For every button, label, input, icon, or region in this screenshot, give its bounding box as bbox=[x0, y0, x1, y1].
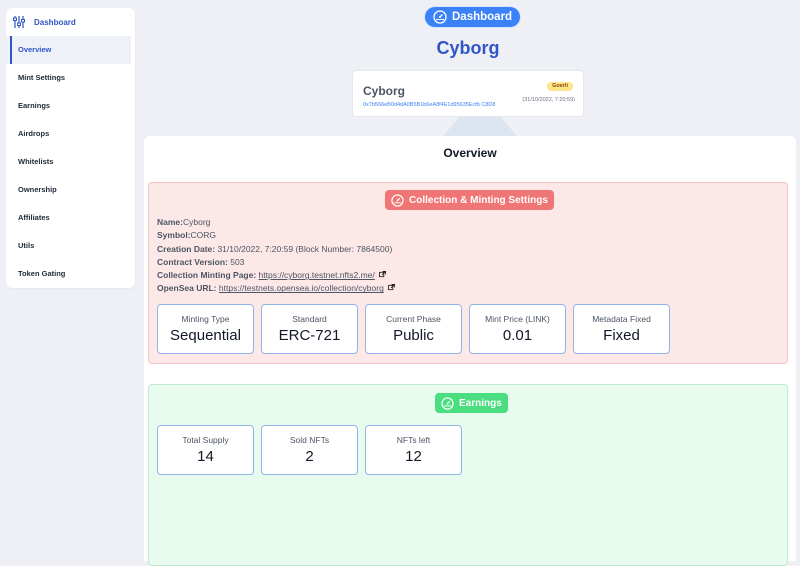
stat-label: Sold NFTs bbox=[289, 435, 330, 445]
stat-label: Metadata Fixed bbox=[592, 314, 651, 324]
main-content: Dashboard Cyborg Cyborg 0x7b566eB0d4dA0B… bbox=[144, 0, 800, 566]
info-symbol-value: CORG bbox=[190, 230, 217, 241]
stat-value: ERC-721 bbox=[278, 327, 341, 344]
stat-label: Standard bbox=[292, 314, 327, 324]
info-contract-value: 503 bbox=[227, 256, 245, 267]
stat-value: Sequential bbox=[170, 327, 241, 344]
sidebar-header[interactable]: Dashboard bbox=[6, 8, 135, 36]
stat-card-nfts-left: NFTs left 12 bbox=[365, 425, 462, 475]
stat-card-current-phase: Current Phase Public bbox=[365, 304, 462, 354]
stat-value: 12 bbox=[405, 448, 422, 465]
stat-label: Minting Type bbox=[181, 314, 230, 324]
info-contract-row: Contract Version: 503 bbox=[157, 256, 395, 269]
overview-title: Overview bbox=[443, 146, 497, 160]
info-name-value: Cyborg bbox=[182, 217, 211, 227]
stat-card-sold-nfts: Sold NFTs 2 bbox=[261, 425, 358, 475]
external-link-icon[interactable] bbox=[388, 282, 396, 291]
gauge-icon bbox=[391, 193, 404, 207]
overview-panel: Overview Collection & Minting Settings N… bbox=[144, 136, 796, 566]
stat-label: Total Supply bbox=[182, 435, 229, 445]
info-creation-key: Creation Date: bbox=[157, 243, 216, 254]
earnings-header: Earnings bbox=[435, 393, 508, 413]
stat-label: Mint Price (LINK) bbox=[485, 314, 550, 324]
stat-value: 2 bbox=[305, 448, 314, 465]
collection-name: Cyborg bbox=[363, 84, 405, 98]
gauge-icon bbox=[433, 10, 447, 24]
info-opensea-key: OpenSea URL: bbox=[157, 283, 217, 294]
sidebar-item-token-gating[interactable]: Token Gating bbox=[6, 260, 135, 288]
sidebar-item-earnings[interactable]: Earnings bbox=[6, 92, 135, 120]
sidebar-item-utils[interactable]: Utils bbox=[6, 232, 135, 260]
contract-address-link[interactable]: 0x7b566eB0d4dA0B5B1b6eA8f4E1d95635Ecfb C… bbox=[363, 102, 495, 108]
opensea-link[interactable]: https://testnets.opensea.io/collection/c… bbox=[219, 283, 384, 293]
stat-label: NFTs left bbox=[396, 435, 431, 445]
info-opensea-row: OpenSea URL: https://testnets.opensea.io… bbox=[157, 282, 396, 295]
sidebar-nav: Overview Mint Settings Earnings Airdrops… bbox=[6, 36, 135, 288]
stat-value: Fixed bbox=[603, 327, 640, 344]
sidebar-item-mint-settings[interactable]: Mint Settings bbox=[6, 64, 135, 92]
info-creation-row: Creation Date: 31/10/2022, 7:20:59 (Bloc… bbox=[157, 243, 395, 256]
info-contract-key: Contract Version: bbox=[157, 256, 228, 267]
info-minting-row: Collection Minting Page: https://cyborg.… bbox=[157, 269, 395, 282]
page-title: Cyborg bbox=[436, 38, 500, 58]
network-badge: Goerli bbox=[547, 82, 573, 91]
stat-label: Current Phase bbox=[386, 314, 441, 324]
external-link-icon[interactable] bbox=[379, 269, 387, 278]
sidebar-item-overview[interactable]: Overview bbox=[6, 36, 131, 64]
collection-info: Name:Cyborg Symbol:CORG Creation Date: 3… bbox=[157, 216, 396, 296]
minting-page-link[interactable]: https://cyborg.testnet.nfts2.me/ bbox=[259, 270, 375, 280]
info-creation-value: 31/10/2022, 7:20:59 (Block Number: 78645… bbox=[215, 243, 393, 254]
info-name-row: Name:Cyborg bbox=[157, 216, 395, 229]
stat-card-total-supply: Total Supply 14 bbox=[157, 425, 254, 475]
dashboard-badge: Dashboard bbox=[425, 7, 521, 27]
collection-card: Cyborg 0x7b566eB0d4dA0B5B1b6eA8f4E1d9563… bbox=[352, 70, 584, 117]
stat-value: 14 bbox=[197, 448, 214, 465]
info-minting-key: Collection Minting Page: bbox=[157, 270, 257, 281]
sidebar-item-affiliates[interactable]: Affiliates bbox=[6, 204, 135, 232]
dashboard-badge-label: Dashboard bbox=[452, 11, 513, 23]
collection-settings-header: Collection & Minting Settings bbox=[385, 190, 554, 210]
sidebar-item-whitelists[interactable]: Whitelists bbox=[6, 148, 135, 176]
sidebar: Dashboard Overview Mint Settings Earning… bbox=[6, 8, 135, 288]
sidebar-title: Dashboard bbox=[34, 17, 76, 27]
stat-value: Public bbox=[393, 327, 434, 344]
stat-card-minting-type: Minting Type Sequential bbox=[157, 304, 254, 354]
info-symbol-row: Symbol:CORG bbox=[157, 229, 395, 242]
earnings-section: Earnings Total Supply 14 Sold NFTs 2 NFT… bbox=[148, 384, 788, 566]
info-symbol-key: Symbol: bbox=[157, 230, 191, 241]
stat-card-mint-price: Mint Price (LINK) 0.01 bbox=[469, 304, 566, 354]
earnings-title: Earnings bbox=[459, 397, 502, 409]
stat-value: 0.01 bbox=[502, 327, 533, 344]
sidebar-item-ownership[interactable]: Ownership bbox=[6, 176, 135, 204]
collection-settings-section: Collection & Minting Settings Name:Cybor… bbox=[148, 182, 788, 364]
sliders-icon bbox=[12, 15, 26, 29]
collection-settings-title: Collection & Minting Settings bbox=[409, 194, 548, 206]
stat-card-metadata-fixed: Metadata Fixed Fixed bbox=[573, 304, 670, 354]
gauge-icon bbox=[441, 396, 454, 410]
stat-card-standard: Standard ERC-721 bbox=[261, 304, 358, 354]
info-name-key: Name: bbox=[157, 217, 183, 227]
collection-timestamp: (31/10/2022, 7:20:59) bbox=[522, 97, 575, 103]
sidebar-item-airdrops[interactable]: Airdrops bbox=[6, 120, 135, 148]
